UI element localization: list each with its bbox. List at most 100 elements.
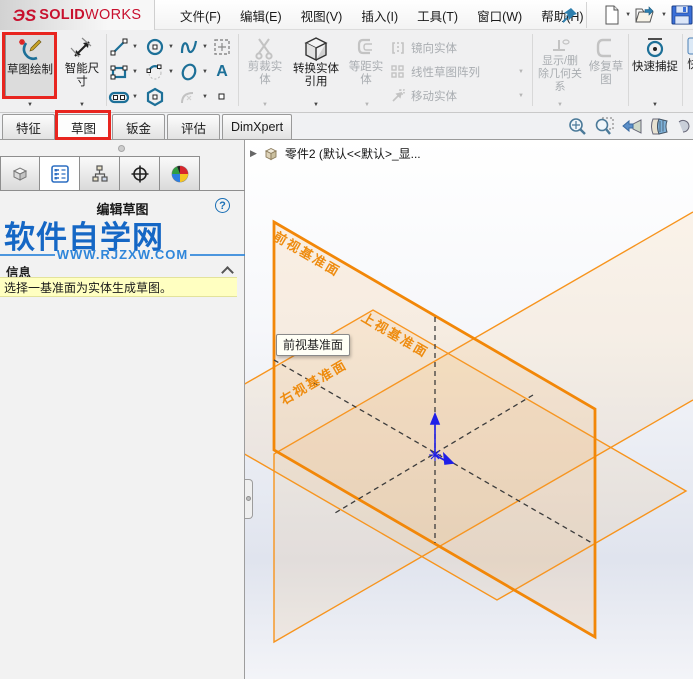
tab-configuration-manager[interactable]: [80, 156, 120, 191]
rapid-sketch-icon: [686, 36, 693, 58]
offset-entities-icon: [354, 36, 378, 60]
open-document-button[interactable]: [635, 5, 657, 25]
menu-window[interactable]: 窗口(W): [477, 6, 522, 25]
convert-entities-icon: [303, 36, 329, 62]
menu-file[interactable]: 文件(F): [180, 6, 221, 25]
view-settings-icon[interactable]: [677, 116, 691, 137]
rectangle-tool-dropdown[interactable]: ▼: [130, 61, 140, 83]
move-entities-icon: [390, 88, 406, 104]
watermark-url-text: WWW.RJZXW.COM: [56, 247, 189, 262]
open-document-dropdown[interactable]: ▼: [659, 12, 669, 18]
info-message: 选择一基准面为实体生成草图。: [0, 277, 237, 297]
panel-grip-icon[interactable]: [118, 145, 125, 152]
manager-tabs-spacer: [200, 156, 245, 191]
sketch-button[interactable]: 草图绘制: [5, 33, 55, 97]
mirror-entities-icon: [390, 40, 406, 56]
line-tool-dropdown[interactable]: ▼: [130, 36, 140, 58]
spline-tool-dropdown[interactable]: ▼: [200, 36, 210, 58]
mirror-entities-item: 镜向实体: [390, 38, 457, 58]
trim-entities-button: 剪裁实体: [243, 33, 287, 97]
tab-sheet-metal[interactable]: 钣金: [112, 114, 165, 139]
fillet-tool-button[interactable]: [178, 86, 200, 108]
display-delete-relations-button: 显示/删除几何关系: [537, 33, 583, 97]
solidworks-logo: ЭS SOLIDWORKS: [0, 0, 155, 30]
circle-tool-button[interactable]: [144, 36, 166, 58]
line-tool-button[interactable]: [108, 36, 130, 58]
tab-evaluate[interactable]: 评估: [167, 114, 220, 139]
property-manager-icon: [49, 164, 71, 184]
commandmanager-tabs: 特征 草图 钣金 评估 DimXpert: [0, 113, 693, 140]
text-tool-button[interactable]: A: [211, 61, 233, 83]
brand-text-bold: SOLID: [39, 7, 86, 23]
sketch-picture-button[interactable]: [211, 36, 233, 58]
arc-tool-button[interactable]: [144, 61, 166, 83]
menu-items: 文件(F) 编辑(E) 视图(V) 插入(I) 工具(T) 窗口(W) 帮助(H…: [180, 0, 584, 30]
smart-dimension-dropdown[interactable]: ▼: [57, 99, 107, 111]
save-button[interactable]: [671, 5, 693, 25]
tab-display-manager[interactable]: [160, 156, 200, 191]
smart-dimension-icon: [69, 36, 95, 62]
tab-dimxpert-manager[interactable]: [120, 156, 160, 191]
arc-tool-dropdown[interactable]: ▼: [166, 61, 176, 83]
repair-sketch-button: 修复草图: [586, 33, 626, 97]
zoom-to-fit-icon[interactable]: [567, 116, 588, 137]
repair-sketch-icon: [594, 36, 618, 60]
manager-tabs: [0, 156, 245, 191]
menu-edit[interactable]: 编辑(E): [240, 6, 282, 25]
property-manager-panel: 编辑草图 ? 软件自学网 WWW.RJZXW.COM 信息 选择一基准面为实体生…: [0, 140, 245, 679]
offset-entities-dropdown: ▼: [364, 102, 370, 108]
tab-features[interactable]: 特征: [2, 114, 55, 139]
polygon-tool-button[interactable]: [144, 86, 166, 108]
quick-snaps-label: 快速捕捉: [632, 61, 678, 73]
rectangle-tool-button[interactable]: [108, 61, 130, 83]
fillet-tool-dropdown[interactable]: ▼: [200, 86, 210, 108]
ellipse-tool-button[interactable]: [178, 61, 200, 83]
point-tool-button[interactable]: [211, 86, 233, 108]
graphics-area[interactable]: ▶ 零件2 (默认<<默认>_显... 前视基准面 上视基准面 右视基准面 前视…: [245, 140, 693, 679]
quick-snaps-dropdown[interactable]: ▼: [630, 99, 680, 111]
slot-tool-dropdown[interactable]: ▼: [130, 86, 140, 108]
tree-expand-icon[interactable]: ▶: [250, 148, 257, 159]
ellipse-tool-dropdown[interactable]: ▼: [200, 61, 210, 83]
plane-tooltip: 前视基准面: [276, 334, 351, 356]
spline-tool-button[interactable]: [178, 36, 200, 58]
tab-sketch[interactable]: 草图: [57, 114, 110, 139]
move-entities-item: 移动实体: [390, 86, 457, 106]
convert-entities-dropdown[interactable]: ▼: [291, 99, 341, 111]
tree-item-label: 零件2 (默认<<默认>_显...: [284, 147, 421, 161]
menu-view[interactable]: 视图(V): [301, 6, 343, 25]
menu-bar: ЭS SOLIDWORKS 文件(F) 编辑(E) 视图(V) 插入(I) 工具…: [0, 0, 693, 30]
circle-tool-dropdown[interactable]: ▼: [166, 36, 176, 58]
linear-sketch-pattern-icon: [390, 64, 406, 80]
rapid-sketch-button-partial[interactable]: 快: [686, 33, 693, 97]
smart-dimension-label: 智能尺寸: [64, 63, 100, 88]
sketch-button-dropdown[interactable]: ▼: [5, 99, 55, 111]
trim-entities-icon: [253, 36, 277, 60]
smart-dimension-button[interactable]: 智能尺寸: [60, 33, 104, 97]
new-document-button[interactable]: [603, 5, 621, 25]
section-view-icon[interactable]: [649, 116, 671, 137]
relations-dropdown: ▼: [557, 102, 563, 108]
convert-entities-button[interactable]: 转换实体引用: [292, 33, 340, 97]
tab-dimxpert[interactable]: DimXpert: [222, 114, 292, 139]
pin-menu-icon[interactable]: [560, 5, 580, 25]
menu-insert[interactable]: 插入(I): [361, 6, 398, 25]
reference-planes-graphic: [245, 211, 693, 644]
previous-view-icon[interactable]: [621, 116, 643, 137]
menu-tools[interactable]: 工具(T): [417, 6, 458, 25]
panel-splitter-handle[interactable]: [245, 479, 253, 519]
tab-property-manager[interactable]: [40, 156, 80, 191]
quick-snaps-button[interactable]: 快速捕捉: [632, 33, 678, 97]
zoom-to-area-icon[interactable]: [594, 116, 615, 137]
slot-tool-button[interactable]: [108, 86, 130, 108]
display-delete-relations-label: 显示/删除几何关系: [538, 55, 582, 93]
heads-up-view-toolbar: [567, 116, 691, 137]
part-icon: [9, 164, 31, 184]
tab-feature-manager[interactable]: [0, 156, 40, 191]
splitter-dot-icon: [246, 496, 251, 501]
solidworks-window: ЭS SOLIDWORKS 文件(F) 编辑(E) 视图(V) 插入(I) 工具…: [0, 0, 693, 679]
menubar-separator: [586, 2, 587, 28]
flyout-feature-tree[interactable]: ▶ 零件2 (默认<<默认>_显...: [250, 145, 421, 162]
new-document-dropdown[interactable]: ▼: [623, 12, 633, 18]
help-icon[interactable]: ?: [215, 198, 230, 213]
